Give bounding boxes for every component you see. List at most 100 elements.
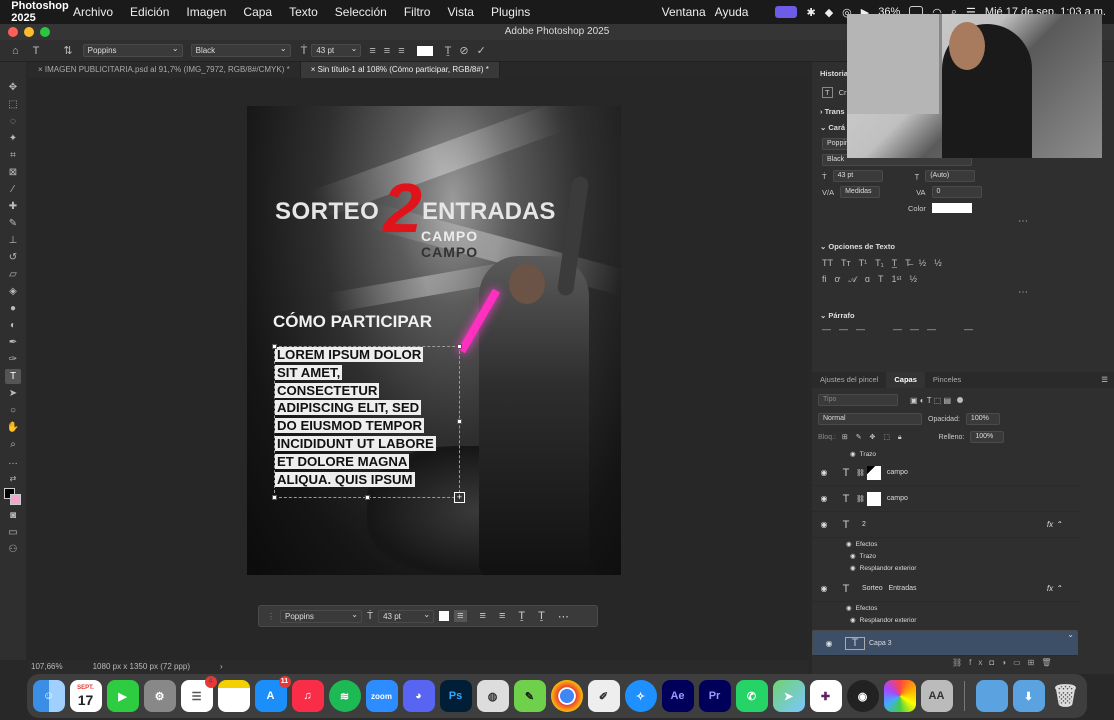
float-text-options-icon[interactable]: Ṯ: [538, 610, 545, 622]
drag-grip-icon[interactable]: ⋮: [267, 612, 275, 621]
spotify-icon[interactable]: ≋: [328, 680, 361, 712]
safari-icon[interactable]: ✧: [624, 680, 657, 712]
menu-archivo[interactable]: Archivo: [73, 5, 113, 19]
character-kerning[interactable]: Medidas: [840, 186, 881, 198]
text-options-more-icon[interactable]: ⋯: [812, 287, 1114, 298]
layer-row-campo[interactable]: ◉ T ⛓︎ campo: [812, 460, 1078, 486]
filter-pixel-icon[interactable]: ▣ ◐ T ⬚ ▤: [910, 396, 951, 405]
quick-mask-icon[interactable]: ◙: [5, 508, 21, 523]
panel-menu-icon[interactable]: ☰: [1101, 372, 1108, 388]
tab-imagen-publicitaria[interactable]: × IMAGEN PUBLICITARIA.psd al 91,7% (IMG_…: [28, 62, 301, 78]
tab-brush-settings[interactable]: Ajustes del pincel: [812, 372, 886, 388]
tab-close-icon[interactable]: ×: [38, 65, 45, 74]
canvas-text-como-participar[interactable]: CÓMO PARTICIPAR: [273, 312, 432, 332]
calendar-icon[interactable]: SEPT. 17: [69, 680, 102, 712]
brush-tool-icon[interactable]: ✎: [5, 216, 21, 231]
marquee-tool-icon[interactable]: ⬚: [5, 97, 21, 112]
character-size[interactable]: 43 pt: [832, 170, 883, 182]
link-layers-icon[interactable]: ⛓︎: [952, 658, 969, 667]
layer-effect-row[interactable]: ◉ Efectos: [812, 538, 1078, 550]
menu-filtro[interactable]: Filtro: [404, 5, 431, 19]
trash-icon[interactable]: 🗑︎: [1050, 680, 1082, 712]
float-text-size-icon[interactable]: Ṯ: [518, 610, 525, 622]
lock-icons[interactable]: ⊞ ✎ ✥ ⬚ 🔒︎: [842, 433, 905, 442]
path-selection-tool-icon[interactable]: ➤: [5, 386, 21, 401]
bluetooth-icon[interactable]: ✱: [806, 6, 815, 19]
layer-effect-row[interactable]: ◉ Efectos: [812, 602, 1078, 614]
warp-text-icon[interactable]: Ṯ: [445, 45, 452, 57]
slack-icon[interactable]: ✚: [809, 680, 842, 712]
layer-name[interactable]: Sorteo Entradas: [862, 585, 916, 592]
layer-effect-row[interactable]: ◉ Resplandor exterior: [812, 614, 1078, 626]
menu-imagen[interactable]: Imagen: [186, 5, 226, 19]
proxyman-icon[interactable]: ◍: [476, 680, 509, 712]
tab-layers[interactable]: Capas: [886, 372, 925, 388]
float-align-right-icon[interactable]: ≡: [499, 610, 505, 622]
para-justify-all-icon[interactable]: —: [964, 324, 973, 334]
ligature-icon[interactable]: ﬁ: [822, 274, 827, 284]
frame-tool-icon[interactable]: ⊠: [5, 165, 21, 180]
whatsapp-icon[interactable]: ✆: [735, 680, 768, 712]
transform-handle[interactable]: [457, 419, 462, 424]
underline-icon[interactable]: T̲: [892, 258, 898, 268]
ellipse-tool-icon[interactable]: ○: [5, 403, 21, 418]
xcode-icon[interactable]: ✎: [513, 680, 546, 712]
layer-name[interactable]: campo: [887, 495, 908, 502]
all-caps-icon[interactable]: TT: [822, 258, 833, 268]
type-tool-icon[interactable]: T: [5, 369, 21, 384]
home-icon[interactable]: ⌂: [12, 45, 19, 57]
premiere-icon[interactable]: Pr: [698, 680, 731, 712]
titling-icon[interactable]: T: [878, 274, 884, 284]
opacity-field[interactable]: 100%: [965, 413, 1000, 425]
system-settings-icon[interactable]: ⚙: [143, 680, 176, 712]
float-more-icon[interactable]: ⋯: [558, 610, 569, 623]
eraser-tool-icon[interactable]: ▱: [5, 267, 21, 282]
eye-icon[interactable]: ◉: [850, 450, 856, 458]
fractions-icon[interactable]: ½: [909, 274, 917, 284]
alt-ligature-icon[interactable]: ơ: [835, 274, 841, 284]
para-justify-icon[interactable]: —: [910, 324, 919, 334]
new-layer-icon[interactable]: ⊞: [1028, 658, 1042, 667]
paint-bucket-tool-icon[interactable]: ◈: [5, 284, 21, 299]
layer-effect-row[interactable]: ◉ Trazo: [812, 448, 1078, 460]
menu-capa[interactable]: Capa: [243, 5, 272, 19]
eyedropper-tool-icon[interactable]: ⁄: [5, 182, 21, 197]
text-color-swatch[interactable]: [416, 45, 433, 56]
transform-handle[interactable]: [365, 495, 370, 500]
transform-handle[interactable]: [457, 344, 462, 349]
paragraph-header[interactable]: ⌄ Párrafo: [812, 308, 1114, 324]
menu-vista[interactable]: Vista: [447, 5, 473, 19]
blend-mode-select[interactable]: Normal: [818, 413, 922, 425]
tab-brushes[interactable]: Pinceles: [925, 372, 969, 388]
visibility-eye-icon[interactable]: ◉: [812, 520, 836, 529]
align-right-icon[interactable]: ≡: [398, 45, 404, 57]
delete-layer-icon[interactable]: 🗑︎: [1041, 658, 1058, 667]
menu-ventana[interactable]: Ventana: [662, 5, 706, 19]
group-icon[interactable]: ▭: [1013, 658, 1028, 667]
contextual-bar-icon[interactable]: ⚇: [5, 542, 21, 557]
healing-brush-tool-icon[interactable]: ✚: [5, 199, 21, 214]
menu-texto[interactable]: Texto: [289, 5, 318, 19]
zoom-tool-icon[interactable]: ⌕: [5, 437, 21, 452]
text-orientation-icon[interactable]: ⇅: [63, 44, 72, 57]
text-tool-preset-icon[interactable]: T: [33, 45, 40, 57]
float-align-left-icon[interactable]: ≡: [454, 610, 467, 622]
transform-handle[interactable]: [272, 344, 277, 349]
tab-close-icon[interactable]: ×: [311, 65, 318, 74]
crop-tool-icon[interactable]: ⌗: [5, 148, 21, 163]
text-options-header[interactable]: ⌄ Opciones de Texto: [812, 239, 1114, 255]
eye-icon[interactable]: ◉: [850, 616, 856, 624]
layer-row-sorteo-entradas[interactable]: ◉ T Sorteo Entradas fx ⌃: [812, 576, 1078, 602]
canvas-text-number[interactable]: 2: [383, 168, 422, 248]
subscript-icon[interactable]: T₁: [875, 258, 884, 268]
menu-app-name[interactable]: Photoshop 2025: [11, 0, 68, 28]
canvas-text-campo[interactable]: CAMPO: [421, 228, 478, 244]
status-arrow-icon[interactable]: ›: [220, 660, 223, 674]
move-tool-icon[interactable]: ✥: [5, 80, 21, 95]
layer-row-2[interactable]: ◉ T 2 fx ⌃: [812, 512, 1078, 538]
ordinal-icon[interactable]: ½: [934, 258, 942, 268]
reminders-icon[interactable]: ☰ 4: [180, 676, 217, 712]
para-justify-icon[interactable]: —: [927, 324, 936, 334]
add-style-icon[interactable]: fx: [969, 658, 989, 667]
zoom-icon[interactable]: zoom: [365, 680, 398, 712]
